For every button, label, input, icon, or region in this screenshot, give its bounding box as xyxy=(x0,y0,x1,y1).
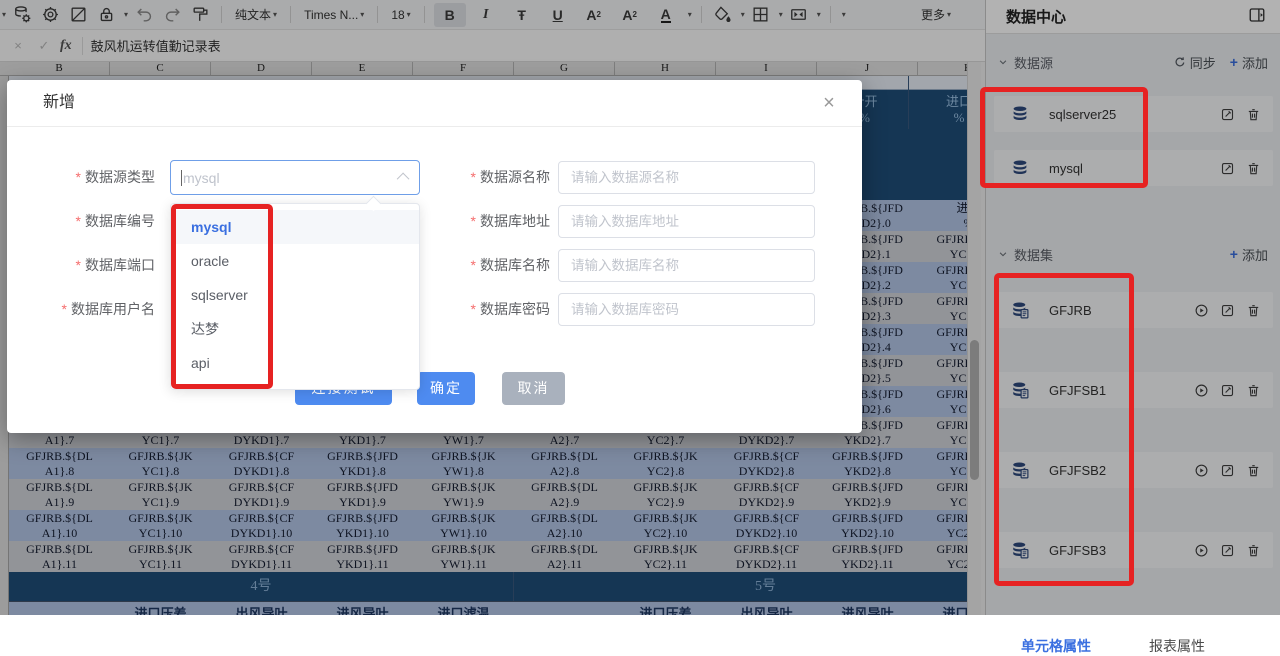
close-icon[interactable]: × xyxy=(814,80,844,126)
datasource-type-label: *数据源类型 xyxy=(7,160,155,195)
annotation-rect-datasets xyxy=(994,273,1134,586)
confirm-button[interactable]: 确定 xyxy=(417,372,475,405)
annotation-rect-dropdown xyxy=(171,204,273,389)
label-数据源名称: *数据源名称 xyxy=(347,160,550,195)
input-数据库地址[interactable] xyxy=(558,205,815,238)
label-数据库端口: *数据库端口 xyxy=(7,248,155,283)
modal-header: 新增 × xyxy=(7,80,862,127)
modal-title: 新增 xyxy=(43,94,75,111)
cancel-button[interactable]: 取消 xyxy=(502,372,565,405)
input-数据库密码[interactable] xyxy=(558,293,815,326)
text-cursor xyxy=(181,170,182,186)
input-数据源名称[interactable] xyxy=(558,161,815,194)
input-数据库名称[interactable] xyxy=(558,249,815,282)
tab-cell-properties[interactable]: 单元格属性 xyxy=(1021,636,1091,656)
add-datasource-modal: 新增 × *数据源类型 mysql *数据库编号*数据库端口*数据库用户名 *数… xyxy=(7,80,862,433)
annotation-rect-datasources xyxy=(980,87,1148,188)
label-数据库用户名: *数据库用户名 xyxy=(7,292,155,327)
label-数据库编号: *数据库编号 xyxy=(7,204,155,239)
tab-report-properties[interactable]: 报表属性 xyxy=(1149,636,1205,656)
